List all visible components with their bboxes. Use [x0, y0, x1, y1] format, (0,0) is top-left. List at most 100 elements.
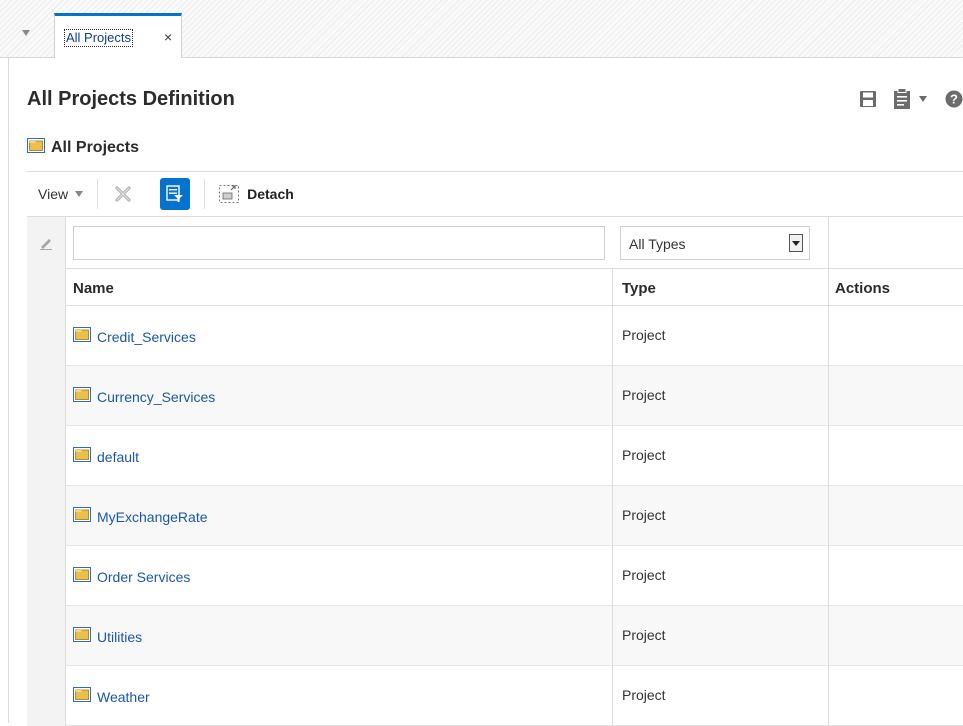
- section-title-label: All Projects: [51, 139, 140, 156]
- project-name-cell[interactable]: default: [73, 447, 139, 467]
- page-title: All Projects Definition: [27, 88, 235, 110]
- section-title: All Projects: [27, 138, 139, 158]
- project-link[interactable]: Credit_Services: [97, 329, 196, 345]
- project-type-cell: Project: [622, 627, 666, 643]
- filter-row: All Types: [27, 217, 963, 269]
- folder-icon: [27, 138, 45, 158]
- project-name-cell[interactable]: Weather: [73, 687, 150, 707]
- column-divider: [612, 426, 613, 486]
- clipboard-menu-arrow-icon[interactable]: [919, 96, 927, 102]
- filter-row-gutter: [27, 217, 66, 269]
- type-filter-dropdown-icon[interactable]: [789, 234, 803, 252]
- table-row[interactable]: Order Services Project: [27, 546, 963, 606]
- name-filter-input[interactable]: [73, 226, 605, 260]
- table-row[interactable]: MyExchangeRate Project: [27, 486, 963, 546]
- view-menu-arrow-icon: [75, 191, 84, 197]
- projects-table: All Types Name Type Actions Credit_Servi…: [27, 217, 963, 726]
- project-link[interactable]: default: [97, 449, 139, 465]
- table-row[interactable]: default Project: [27, 426, 963, 486]
- folder-icon: [73, 507, 91, 527]
- table-body: Credit_Services Project Currency_Services P…: [27, 306, 963, 726]
- row-gutter: [27, 666, 66, 726]
- column-header-name[interactable]: Name: [73, 280, 114, 297]
- filter-icon: [166, 185, 184, 202]
- column-divider: [612, 606, 613, 666]
- folder-icon: [73, 387, 91, 407]
- project-name-cell[interactable]: Order Services: [73, 567, 190, 587]
- help-icon[interactable]: ?: [945, 90, 963, 108]
- folder-icon: [73, 567, 91, 587]
- project-name-cell[interactable]: Utilities: [73, 627, 142, 647]
- row-gutter: [27, 606, 66, 666]
- project-name-cell[interactable]: MyExchangeRate: [73, 507, 208, 527]
- edit-pencil-icon: [40, 239, 52, 250]
- project-link[interactable]: Weather: [97, 689, 150, 705]
- tab-close-icon[interactable]: ×: [164, 29, 172, 45]
- table-row[interactable]: Utilities Project: [27, 606, 963, 666]
- project-type-cell: Project: [622, 327, 666, 343]
- column-divider: [828, 366, 829, 426]
- detach-label: Detach: [247, 186, 294, 202]
- toolbar: View Detach: [27, 171, 963, 217]
- left-border: [8, 58, 9, 723]
- column-divider: [828, 546, 829, 606]
- toolbar-separator: [204, 179, 206, 209]
- view-menu-label: View: [38, 186, 69, 202]
- column-header-actions: Actions: [835, 280, 891, 297]
- type-filter-value: All Types: [629, 236, 686, 252]
- clipboard-icon[interactable]: [893, 88, 911, 110]
- project-link[interactable]: Order Services: [97, 569, 190, 585]
- column-divider: [828, 217, 829, 269]
- table-row[interactable]: Weather Project: [27, 666, 963, 726]
- column-divider: [828, 306, 829, 366]
- project-type-cell: Project: [622, 447, 666, 463]
- view-menu[interactable]: View: [38, 186, 84, 202]
- project-type-cell: Project: [622, 567, 666, 583]
- folder-icon: [73, 627, 91, 647]
- project-link[interactable]: MyExchangeRate: [97, 509, 208, 525]
- column-divider: [828, 486, 829, 546]
- toolbar-separator: [97, 179, 99, 209]
- tab-menu-arrow-icon[interactable]: [22, 30, 30, 36]
- folder-icon: [73, 327, 91, 347]
- column-divider: [612, 366, 613, 426]
- project-name-cell[interactable]: Credit_Services: [73, 327, 196, 347]
- detach-button[interactable]: Detach: [219, 185, 294, 203]
- svg-text:?: ?: [950, 92, 958, 107]
- folder-icon: [73, 447, 91, 467]
- column-header-type[interactable]: Type: [622, 280, 656, 297]
- project-type-cell: Project: [622, 687, 666, 703]
- header-actions: ?: [859, 86, 963, 112]
- project-name-cell[interactable]: Currency_Services: [73, 387, 215, 407]
- project-type-cell: Project: [622, 387, 666, 403]
- table-row[interactable]: Credit_Services Project: [27, 306, 963, 366]
- row-gutter: [27, 366, 66, 426]
- project-link[interactable]: Currency_Services: [97, 389, 215, 405]
- row-gutter: [27, 306, 66, 366]
- column-divider: [828, 606, 829, 666]
- type-filter-select[interactable]: All Types: [620, 226, 810, 260]
- tab-label[interactable]: All Projects: [63, 29, 134, 47]
- column-divider: [612, 306, 613, 366]
- column-divider: [612, 269, 613, 306]
- table-row[interactable]: Currency_Services Project: [27, 366, 963, 426]
- tab-all-projects[interactable]: All Projects ×: [54, 13, 182, 58]
- table-header-row: Name Type Actions: [27, 269, 963, 306]
- column-divider: [828, 269, 829, 306]
- row-gutter: [27, 426, 66, 486]
- column-divider: [612, 666, 613, 726]
- column-divider: [612, 486, 613, 546]
- column-divider: [612, 546, 613, 606]
- header-gutter: [27, 269, 66, 306]
- column-divider: [828, 666, 829, 726]
- save-icon[interactable]: [859, 90, 877, 108]
- project-type-cell: Project: [622, 507, 666, 523]
- query-by-example-button[interactable]: [160, 178, 191, 210]
- tab-strip: All Projects ×: [0, 0, 963, 58]
- column-divider: [828, 426, 829, 486]
- project-link[interactable]: Utilities: [97, 629, 142, 645]
- detach-icon: [219, 185, 240, 203]
- row-gutter: [27, 486, 66, 546]
- clear-filter-icon[interactable]: [112, 185, 134, 203]
- row-gutter: [27, 546, 66, 606]
